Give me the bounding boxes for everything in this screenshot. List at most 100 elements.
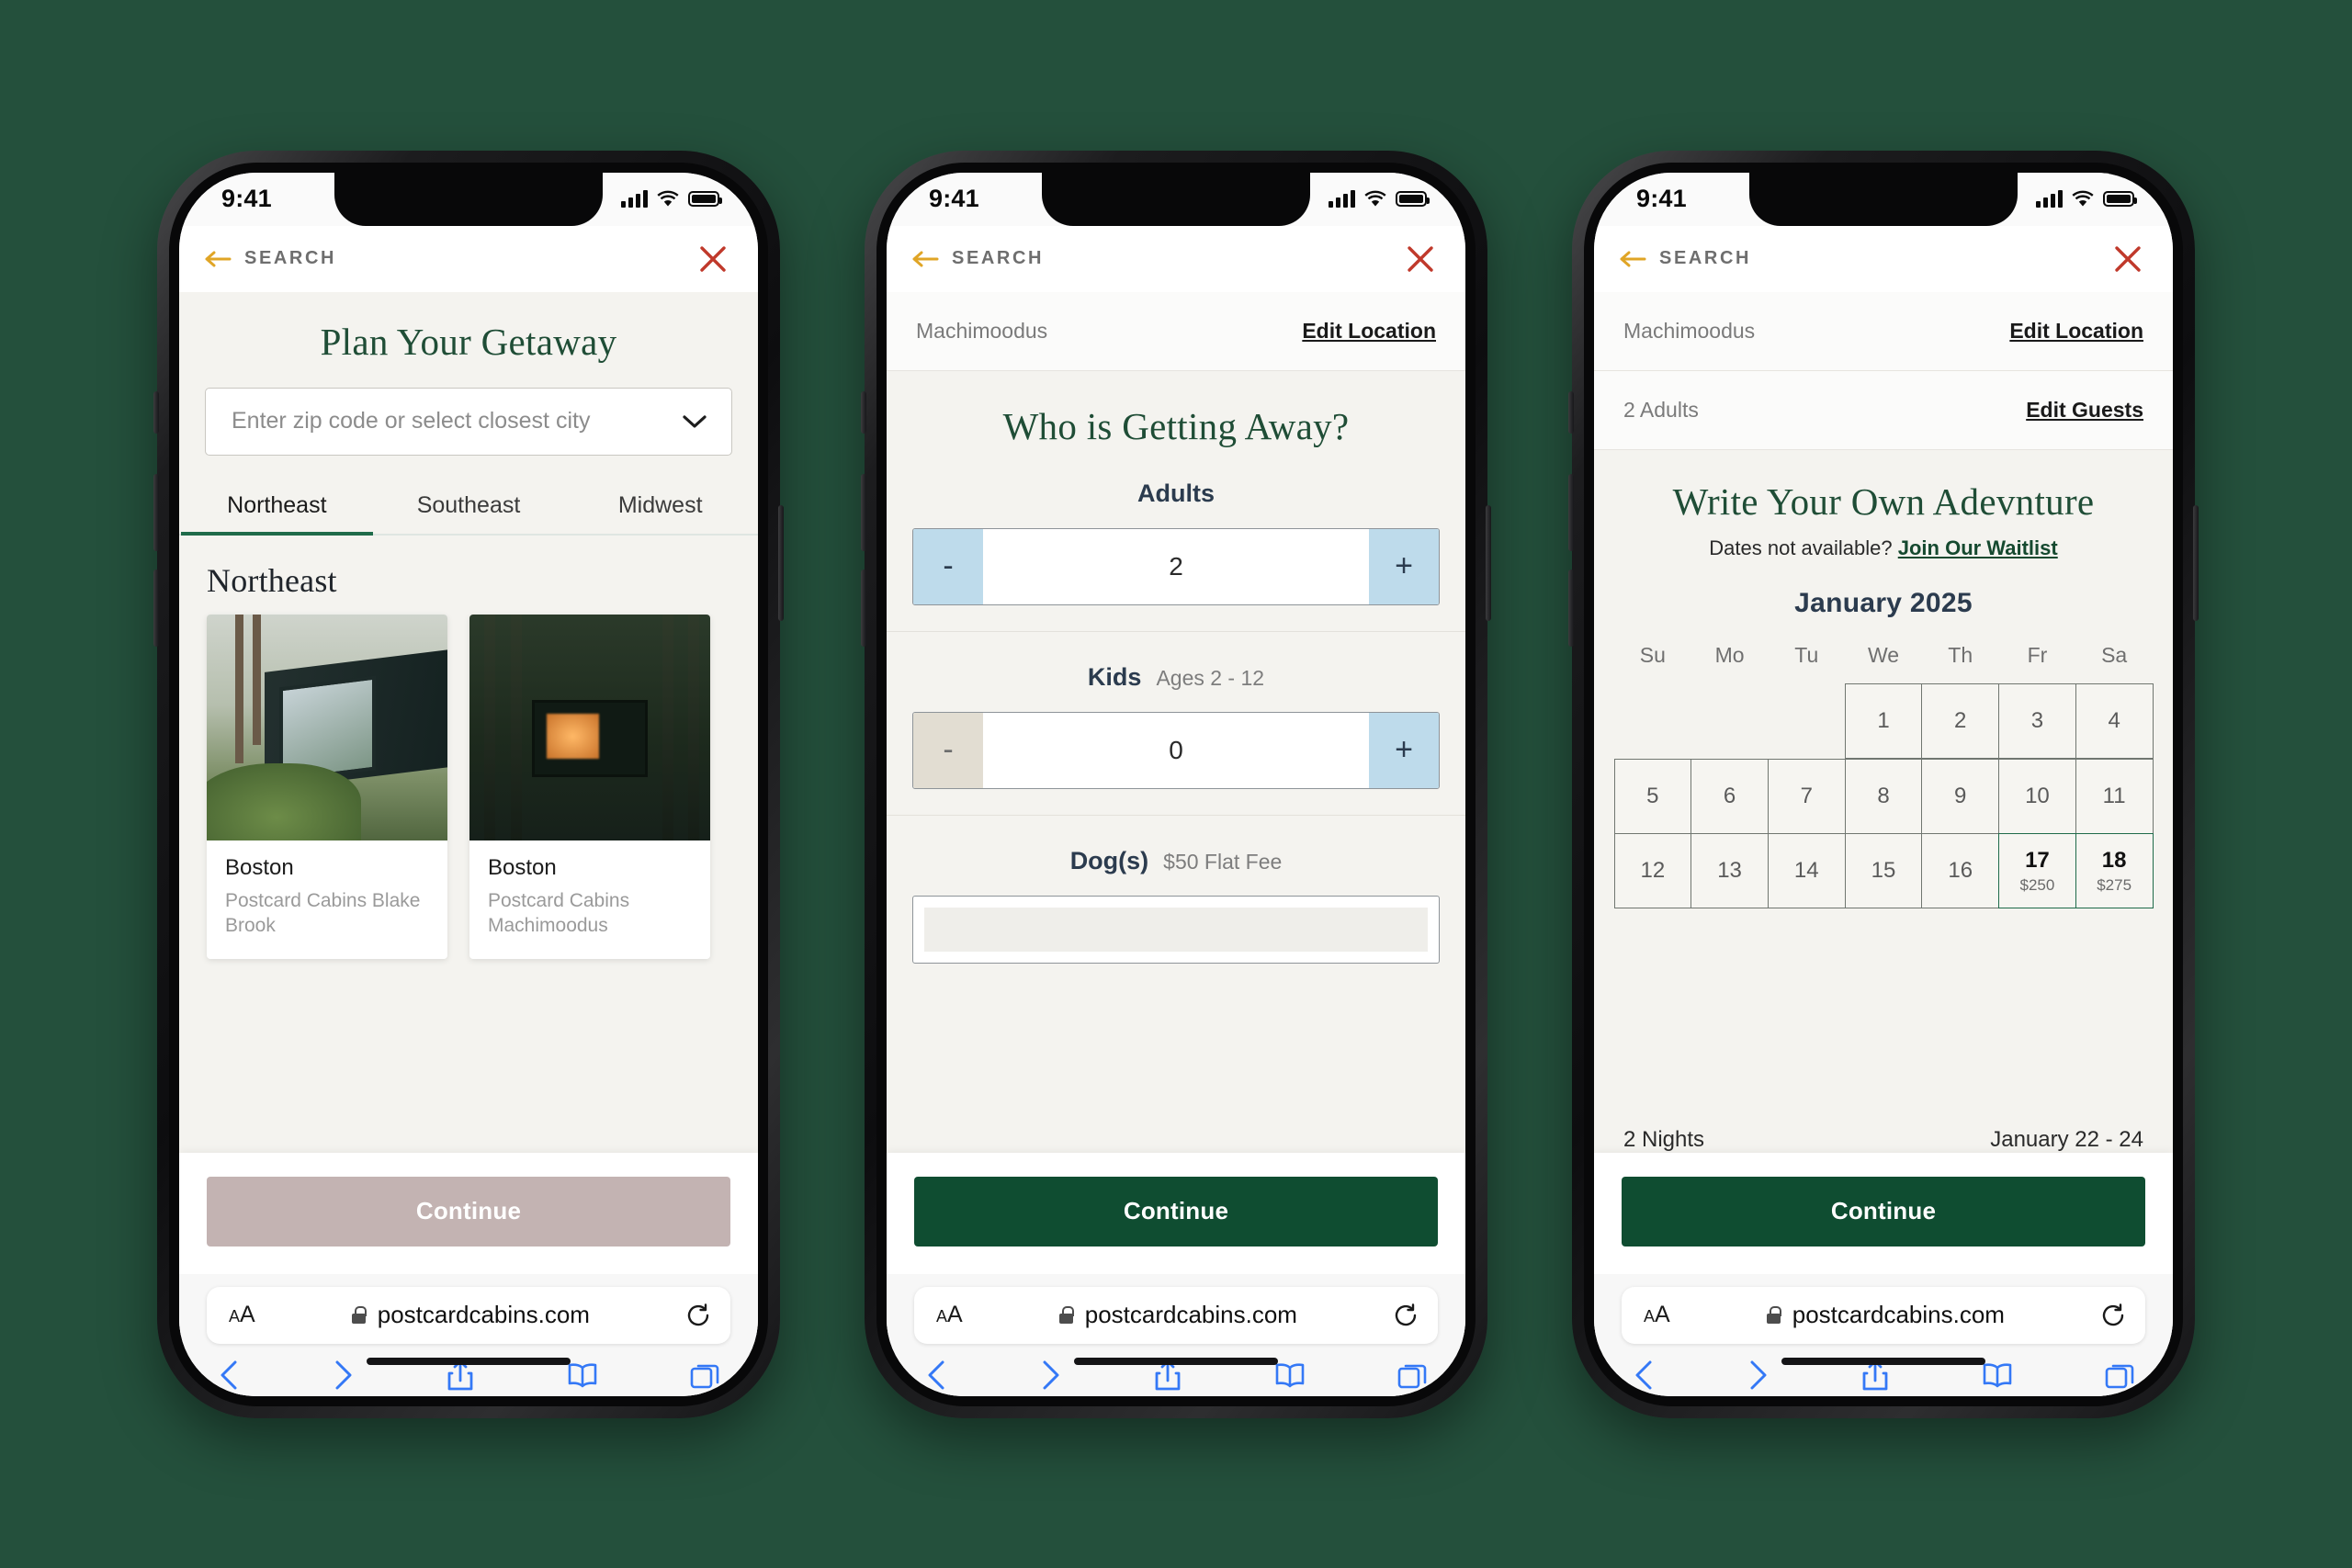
waitlist-prefix: Dates not available?: [1709, 536, 1893, 559]
tab-southeast[interactable]: Southeast: [373, 492, 565, 534]
calendar-day-selected[interactable]: 18 $275: [2075, 833, 2154, 908]
calendar-day-number: 16: [1948, 858, 1973, 883]
bookmarks-icon[interactable]: [567, 1362, 598, 1393]
cabin-card-list: Boston Postcard Cabins Blake Brook Bosto…: [179, 600, 758, 959]
dow-fr: Fr: [2027, 642, 2048, 667]
calendar-day[interactable]: 8: [1844, 759, 1923, 834]
calendar-day-selected[interactable]: 17 $250: [1998, 833, 2076, 908]
back-to-search-button[interactable]: SEARCH: [1620, 248, 1751, 269]
back-chevron-icon[interactable]: [218, 1359, 240, 1395]
calendar-day[interactable]: 4: [2075, 683, 2154, 759]
kids-hint: Ages 2 - 12: [1156, 665, 1265, 690]
dogs-stepper-inner: [924, 907, 1428, 952]
text-size-icon[interactable]: AA: [1644, 1302, 1670, 1328]
continue-button[interactable]: Continue: [914, 1176, 1438, 1247]
reload-icon[interactable]: [2101, 1303, 2125, 1327]
dow-we: We: [1867, 642, 1900, 667]
app-nav-bar: SEARCH: [887, 225, 1465, 292]
tabs-icon[interactable]: [2105, 1361, 2134, 1393]
text-size-icon[interactable]: AA: [936, 1302, 963, 1328]
back-to-search-button[interactable]: SEARCH: [912, 248, 1044, 269]
back-to-search-button[interactable]: SEARCH: [205, 248, 336, 269]
chevron-down-icon: [682, 414, 707, 429]
volume-down-button: [153, 569, 159, 647]
tab-northeast[interactable]: Northeast: [181, 492, 373, 536]
adults-increment-button[interactable]: +: [1369, 528, 1439, 604]
url-row: AA postcardcabins.com: [1594, 1286, 2173, 1344]
join-waitlist-link[interactable]: Join Our Waitlist: [1898, 536, 2058, 559]
kids-decrement-button[interactable]: -: [913, 712, 983, 788]
reload-icon[interactable]: [1394, 1303, 1418, 1327]
calendar-day[interactable]: 3: [1998, 683, 2076, 759]
cabin-city: Boston: [488, 854, 557, 880]
calendar-day[interactable]: 13: [1690, 833, 1769, 908]
close-x-icon[interactable]: [1405, 243, 1436, 275]
calendar-day[interactable]: 6: [1690, 759, 1769, 834]
calendar-weekday-header: Su Mo Tu We Th Fr Sa: [1614, 643, 2153, 668]
tab-midwest[interactable]: Midwest: [564, 492, 756, 534]
calendar-day[interactable]: 15: [1844, 833, 1923, 908]
calendar-day[interactable]: 1: [1844, 683, 1923, 759]
calendar-day-number: 1: [1877, 708, 1890, 733]
calendar-day[interactable]: 16: [1921, 833, 2000, 908]
calendar-day[interactable]: 7: [1767, 759, 1846, 834]
volume-up-button: [153, 473, 159, 551]
address-bar[interactable]: AA postcardcabins.com: [1622, 1286, 2145, 1344]
list-item[interactable]: Boston Postcard Cabins Machimoodus: [469, 614, 710, 959]
text-size-icon[interactable]: AA: [229, 1302, 255, 1328]
back-chevron-icon[interactable]: [925, 1359, 947, 1395]
browser-toolbar: [1594, 1344, 2173, 1396]
edit-location-link[interactable]: Edit Location: [2009, 319, 2143, 344]
battery-icon: [1396, 191, 1430, 207]
calendar-day-price: $275: [2097, 875, 2132, 894]
dogs-stepper[interactable]: [912, 895, 1440, 964]
url-display: postcardcabins.com: [1058, 1301, 1297, 1329]
continue-button[interactable]: Continue: [207, 1176, 730, 1247]
kids-increment-button[interactable]: +: [1369, 712, 1439, 788]
forward-chevron-icon[interactable]: [333, 1359, 355, 1395]
calendar-day[interactable]: 2: [1921, 683, 2000, 759]
adults-decrement-button[interactable]: -: [913, 528, 983, 604]
bookmarks-icon[interactable]: [1274, 1362, 1306, 1393]
calendar-day[interactable]: 5: [1613, 759, 1692, 834]
calendar-day[interactable]: 11: [2075, 759, 2154, 834]
continue-button[interactable]: Continue: [1622, 1176, 2145, 1247]
status-indicators: [1329, 190, 1430, 208]
action-bar: Continue: [179, 1152, 758, 1274]
cellular-bars-icon: [2036, 190, 2063, 208]
volume-down-button: [861, 569, 866, 647]
list-item[interactable]: Boston Postcard Cabins Blake Brook: [207, 614, 447, 959]
url-display: postcardcabins.com: [1766, 1301, 2005, 1329]
edit-location-link[interactable]: Edit Location: [1302, 319, 1436, 344]
calendar-day[interactable]: 12: [1613, 833, 1692, 908]
back-label: SEARCH: [1659, 248, 1752, 268]
close-x-icon[interactable]: [697, 243, 729, 275]
close-x-icon[interactable]: [2112, 243, 2143, 275]
calendar-day[interactable]: 9: [1921, 759, 2000, 834]
phone-3-screen: 9:41 SEARCH Machimoodus Edit Location 2 …: [1594, 172, 2173, 1396]
back-chevron-icon[interactable]: [1633, 1359, 1655, 1395]
location-summary-row: Machimoodus Edit Location: [1594, 291, 2173, 371]
calendar-day-number: 6: [1723, 784, 1736, 808]
kids-value: 0: [1169, 735, 1183, 764]
guests-summary-row: 2 Adults Edit Guests: [1594, 370, 2173, 450]
region-tabs: Northeast Southeast Midwest: [179, 492, 758, 536]
address-bar[interactable]: AA postcardcabins.com: [207, 1286, 730, 1344]
tabs-icon[interactable]: [1397, 1361, 1427, 1393]
calendar-day[interactable]: 14: [1767, 833, 1846, 908]
cabin-caption: Boston Postcard Cabins Blake Brook: [207, 840, 447, 959]
address-bar[interactable]: AA postcardcabins.com: [914, 1286, 1438, 1344]
back-label: SEARCH: [244, 248, 337, 268]
lock-icon: [1766, 1306, 1781, 1324]
bookmarks-icon[interactable]: [1982, 1362, 2013, 1393]
calendar-blank-cell: [1614, 684, 1691, 760]
calendar-day-price: $250: [2019, 875, 2055, 894]
reload-icon[interactable]: [686, 1303, 710, 1327]
edit-guests-link[interactable]: Edit Guests: [2026, 398, 2143, 423]
forward-chevron-icon[interactable]: [1040, 1359, 1062, 1395]
back-arrow-icon: [912, 251, 940, 267]
tabs-icon[interactable]: [690, 1361, 719, 1393]
forward-chevron-icon[interactable]: [1747, 1359, 1770, 1395]
zip-input[interactable]: Enter zip code or select closest city: [205, 387, 732, 456]
calendar-day[interactable]: 10: [1998, 759, 2076, 834]
